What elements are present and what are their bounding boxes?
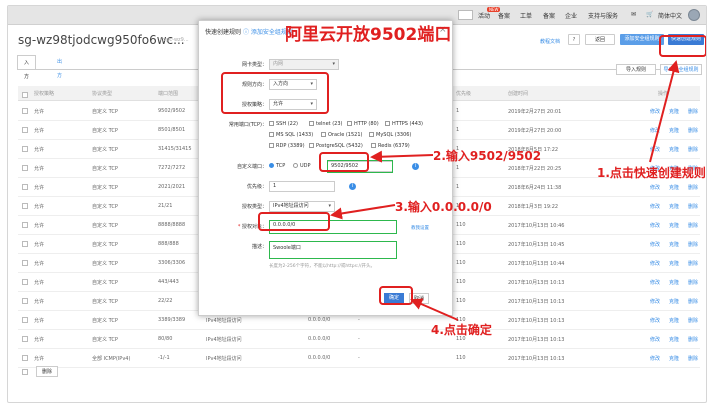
arrow-step4: [410, 298, 459, 321]
arrow-step3: [330, 204, 396, 220]
annotation-arrows: [330, 60, 680, 321]
arrow-step2: [370, 150, 434, 163]
arrow-step1: [649, 60, 680, 163]
